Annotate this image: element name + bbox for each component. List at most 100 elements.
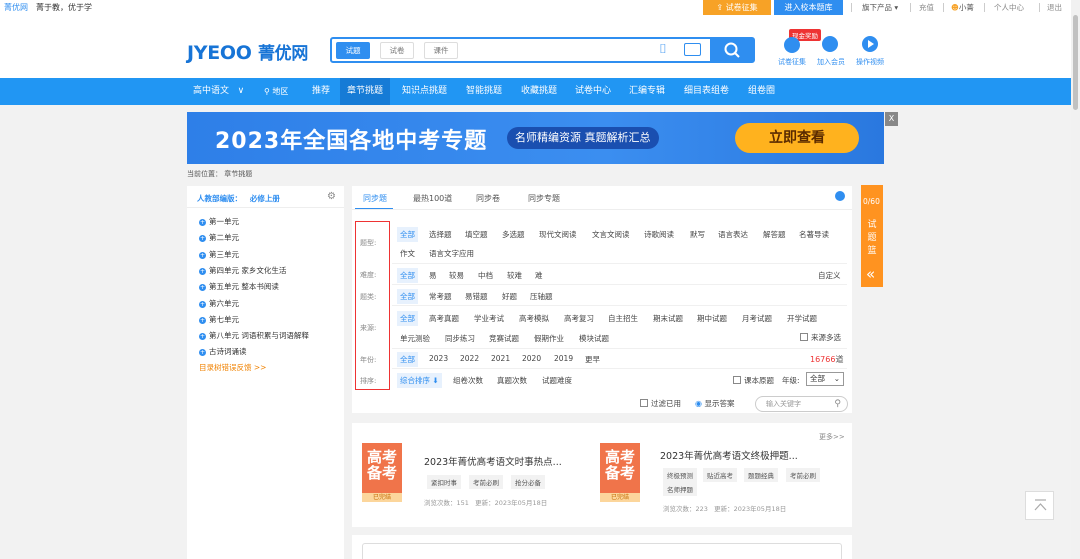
difficulty-option[interactable]: 中档 [478,270,493,281]
collapse-arrow-icon[interactable]: « [866,265,875,283]
type-option[interactable]: 名著导读 [799,229,829,240]
category-option[interactable]: 好题 [502,291,517,302]
keyword-search-input[interactable]: 输入关键字 ⚲ [755,396,848,412]
nav-item-smart[interactable]: 智能挑题 [466,78,502,105]
header-link-join-member[interactable]: 加入会员 [817,57,845,67]
search-tab-courseware[interactable]: 课件 [424,42,458,59]
category-option[interactable]: 易错题 [465,291,488,302]
enter-school-bank-button[interactable]: 进入校本题库 [774,0,843,15]
paper-cover[interactable]: 高考备考 已完结 [600,443,640,502]
nav-item-chapter[interactable]: 章节挑题 [340,78,391,105]
diamond-icon[interactable] [822,36,838,52]
type-option[interactable]: 默写 [690,229,705,240]
play-icon[interactable] [862,36,878,52]
category-option[interactable]: 常考题 [429,291,452,302]
year-option[interactable]: 2023 [429,354,448,363]
user-menu[interactable]: ☻小菁 [951,2,974,13]
clock-icon[interactable] [835,191,845,201]
back-to-top-button[interactable] [1025,491,1054,520]
source-option[interactable]: 期中试题 [697,313,727,324]
tree-item[interactable]: + 第七单元 [199,314,239,325]
source-option[interactable]: 假期作业 [534,333,564,344]
checkbox[interactable] [733,376,741,384]
personal-center-link[interactable]: 个人中心 [994,2,1024,13]
nav-item-compilation[interactable]: 汇编专辑 [629,78,665,105]
camera-icon[interactable]: ⌷ [659,42,667,57]
search-tab-papers[interactable]: 试卷 [380,42,414,59]
scrollbar-thumb[interactable] [1073,15,1078,110]
difficulty-option[interactable]: 全部 [397,268,418,283]
edition-selector[interactable]: 人教部编版： 必修上册 [197,193,280,204]
search-input[interactable] [466,42,646,59]
checkbox[interactable] [800,333,808,341]
source-option[interactable]: 同步练习 [445,333,475,344]
sort-option[interactable]: 试题难度 [542,375,572,386]
source-option[interactable]: 模块试题 [579,333,609,344]
tab-sync-topic[interactable]: 同步专题 [528,193,560,204]
tree-item[interactable]: + 第二单元 [199,232,239,243]
question-basket[interactable]: 0/60 试题篮 « [861,185,883,287]
source-option[interactable]: 学业考试 [474,313,504,324]
source-option[interactable]: 高考模拟 [519,313,549,324]
type-option[interactable]: 文言文阅读 [592,229,630,240]
search-icon[interactable]: ⚲ [834,397,841,411]
more-link[interactable]: 更多>> [819,432,845,442]
type-option[interactable]: 语言表达 [718,229,748,240]
search-tab-questions[interactable]: 试题 [336,42,370,59]
type-option[interactable]: 作文 [400,248,415,259]
difficulty-option[interactable]: 易 [429,270,437,281]
subject-select[interactable]: 高中语文 ∨ [193,78,244,105]
nav-item-paper-center[interactable]: 试卷中心 [575,78,611,105]
tree-item[interactable]: + 第四单元 家乡文化生活 [199,265,286,276]
year-option[interactable]: 更早 [585,354,600,365]
sort-option[interactable]: 真题次数 [497,375,527,386]
type-option[interactable]: 填空题 [465,229,488,240]
paper-title[interactable]: 2023年菁优高考语文终极押题... [660,448,798,462]
difficulty-option[interactable]: 较易 [449,270,464,281]
type-option[interactable]: 选择题 [429,229,452,240]
source-option[interactable]: 开学试题 [787,313,817,324]
grade-select[interactable]: 全部 ⌄ [806,372,844,386]
source-option[interactable]: 高考真题 [429,313,459,324]
logout-link[interactable]: 退出 [1047,2,1062,13]
tab-hot-100[interactable]: 最热100道 [413,193,452,204]
tree-item[interactable]: + 第五单元 整本书阅读 [199,281,279,292]
upload-icon[interactable] [784,37,800,53]
difficulty-option[interactable]: 难 [535,270,543,281]
breadcrumb-current[interactable]: 章节挑题 [224,170,252,178]
year-option[interactable]: 2022 [460,354,479,363]
tab-sync-questions[interactable]: 同步题 [363,193,387,204]
type-option[interactable]: 全部 [397,227,418,242]
search-button[interactable] [710,39,753,61]
banner-cta-button[interactable]: 立即查看 [735,123,859,153]
source-option[interactable]: 高考复习 [564,313,594,324]
tree-feedback-link[interactable]: 目录树错误反馈 >> [199,362,266,373]
year-option[interactable]: 2019 [554,354,573,363]
flagship-products-menu[interactable]: 旗下产品 ▾ [862,2,898,13]
header-link-operation-video[interactable]: 操作视频 [856,57,884,67]
year-option[interactable]: 2020 [522,354,541,363]
exam-collect-button[interactable]: ⇪ 试卷征集 [703,0,771,15]
recharge-link[interactable]: 充值 [919,2,934,13]
nav-item-favorites[interactable]: 收藏挑题 [521,78,557,105]
logo[interactable]: JYEOO 菁优网 [187,39,308,64]
header-link-exam-collect[interactable]: 试卷征集 [778,57,806,67]
tree-item[interactable]: + 古诗词诵读 [199,346,247,357]
type-option[interactable]: 多选题 [502,229,525,240]
nav-item-circle[interactable]: 组卷圈 [748,78,775,105]
source-option[interactable]: 全部 [397,311,418,326]
tab-sync-paper[interactable]: 同步卷 [476,193,500,204]
difficulty-option[interactable]: 较难 [507,270,522,281]
tree-item[interactable]: + 第三单元 [199,249,239,260]
banner-close-button[interactable]: X [885,112,898,126]
tree-item[interactable]: + 第一单元 [199,216,239,227]
nav-item-detail-table[interactable]: 细目表组卷 [684,78,729,105]
paper-title[interactable]: 2023年菁优高考语文时事热点... [424,454,562,468]
nav-item-recommend[interactable]: 推荐 [312,78,330,105]
type-option[interactable]: 诗歌阅读 [644,229,674,240]
source-option[interactable]: 月考试题 [742,313,772,324]
paper-cover[interactable]: 高考备考 已完结 [362,443,402,502]
source-option[interactable]: 单元测验 [400,333,430,344]
nav-item-knowledge[interactable]: 知识点挑题 [402,78,447,105]
source-option[interactable]: 竞赛试题 [489,333,519,344]
